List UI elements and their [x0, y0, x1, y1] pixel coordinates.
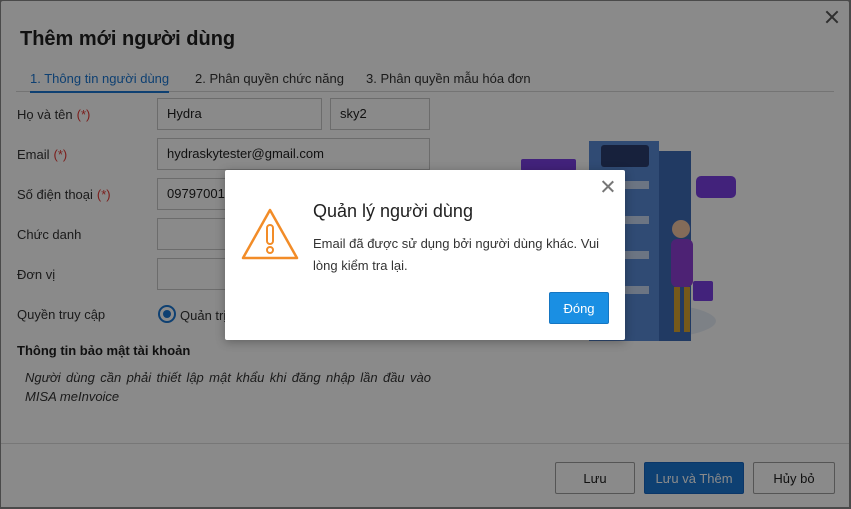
- alert-close-button[interactable]: Đóng: [549, 292, 609, 324]
- alert-title: Quản lý người dùng: [313, 201, 473, 221]
- alert-message: Email đã được sử dụng bởi người dùng khá…: [313, 236, 600, 273]
- alert-dialog: Quản lý người dùng Email đã được sử dụng…: [225, 170, 625, 340]
- alert-close-icon[interactable]: [601, 180, 614, 193]
- warning-triangle-icon: [241, 208, 299, 260]
